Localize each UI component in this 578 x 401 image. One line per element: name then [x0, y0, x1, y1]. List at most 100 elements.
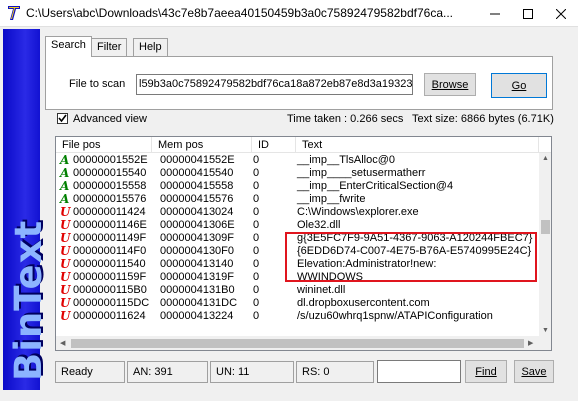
column-header-text[interactable]: Text	[296, 137, 539, 153]
highlight-annotation-box	[285, 232, 537, 282]
file-pos-cell: 000000011624	[73, 310, 146, 322]
table-row[interactable]: A 000000015540 000000415540 0 __imp____setus…	[56, 166, 539, 180]
mem-pos-cell: 00000041319F	[160, 271, 235, 283]
logo-text: BinText	[7, 219, 50, 381]
file-pos-cell: 0000000115B0	[73, 284, 147, 296]
string-type-marker: U	[60, 231, 71, 245]
browse-button[interactable]: Browse	[424, 73, 476, 96]
status-resource-count: RS: 0	[296, 361, 374, 383]
column-header-mem-pos[interactable]: Mem pos	[152, 137, 252, 153]
table-row[interactable]: A 00000001552E 00000041552E 0 __imp__TlsAllo…	[56, 153, 539, 167]
table-row[interactable]: U 000000011624 000000413224 0/s/uzu60whrq1s…	[56, 309, 539, 323]
scroll-up-icon[interactable]: ▲	[542, 155, 549, 162]
text-size-text: Text size: 6866 bytes (6.71K)	[412, 113, 554, 125]
file-pos-cell: 000000015576	[73, 193, 147, 205]
string-type-marker: A	[60, 166, 70, 180]
browse-button-label: Browse	[431, 78, 469, 91]
mem-pos-cell: 0000004130F0	[160, 245, 235, 257]
mem-pos-cell: 00000041309F	[160, 232, 235, 244]
find-button-label: Find	[475, 365, 497, 378]
table-row[interactable]: U 000000011424 000000413024 0 C:\Windows\exp…	[56, 205, 539, 219]
tab-filter[interactable]: Filter	[91, 38, 128, 56]
column-header-id[interactable]: ID	[252, 137, 296, 153]
text-cell: /s/uzu60whrq1spnw/ATAPIConfiguration	[297, 310, 493, 322]
status-ansi-count: AN: 391	[127, 361, 208, 383]
table-row[interactable]: U 0000000115DC 0000004131DC 0 dl.dropboxuser…	[56, 296, 539, 310]
tab-help[interactable]: Help	[133, 38, 168, 56]
vertical-scroll-thumb[interactable]	[541, 220, 550, 234]
advanced-view-checkbox[interactable]	[57, 113, 68, 124]
file-pos-cell: 00000001159F	[73, 271, 147, 283]
maximize-button[interactable]	[511, 0, 545, 27]
text-cell: Ole32.dll	[297, 219, 341, 231]
id-cell: 0	[253, 245, 260, 257]
table-row[interactable]: A 000000015558 000000415558 0 __imp__EnterCr…	[56, 179, 539, 193]
id-cell: 0	[253, 154, 260, 166]
save-button-label: Save	[521, 365, 547, 378]
close-icon	[556, 8, 566, 19]
bintext-logo-banner: BinText	[3, 29, 50, 390]
scroll-down-icon[interactable]: ▼	[542, 327, 549, 334]
text-cell: __imp____setusermatherr	[297, 167, 426, 179]
file-pos-cell: 000000011540	[73, 258, 146, 270]
id-cell: 0	[253, 193, 260, 205]
file-pos-cell: 000000015540	[73, 167, 147, 179]
mem-pos-cell: 000000413140	[160, 258, 234, 270]
file-to-scan-label: File to scan	[69, 78, 126, 90]
text-cell: __imp__EnterCriticalSection@4	[297, 180, 454, 192]
id-cell: 0	[253, 297, 260, 309]
mem-pos-cell: 000000413224	[160, 310, 234, 322]
go-button-label: Go	[511, 79, 527, 92]
mem-pos-cell: 000000415540	[160, 167, 234, 179]
mem-pos-cell: 000000415558	[160, 180, 234, 192]
tab-search[interactable]: Search	[45, 36, 92, 57]
string-type-marker: U	[60, 244, 71, 258]
title-bar: C:\Users\abc\Downloads\43c7e8b7aeea40150…	[0, 0, 578, 27]
file-pos-cell: 000000011424	[73, 206, 146, 218]
mem-pos-cell: 0000004131B0	[160, 284, 235, 296]
table-row[interactable]: A 000000015576 000000415576 0 __imp__fwrite	[56, 192, 539, 206]
file-to-scan-input[interactable]: l59b3a0c75892479582bdf76ca18a872eb87e8d3…	[136, 74, 413, 95]
file-pos-cell: 000000015558	[73, 180, 147, 192]
string-type-marker: U	[60, 296, 71, 310]
file-pos-cell: 00000001149F	[73, 232, 147, 244]
save-button[interactable]: Save	[514, 360, 554, 383]
mem-pos-cell: 00000041552E	[160, 154, 235, 166]
maximize-icon	[523, 8, 533, 19]
status-unicode-count: UN: 11	[210, 361, 294, 383]
find-input[interactable]	[377, 360, 461, 383]
mem-pos-cell: 000000415576	[160, 193, 234, 205]
string-type-marker: U	[60, 283, 71, 297]
scroll-left-icon[interactable]: ◀	[60, 339, 65, 347]
string-type-marker: A	[60, 179, 70, 193]
string-type-marker: U	[60, 257, 71, 271]
go-button[interactable]: Go	[491, 73, 547, 98]
text-cell: __imp__fwrite	[297, 193, 366, 205]
advanced-view-label[interactable]: Advanced view	[73, 113, 147, 125]
window-title: C:\Users\abc\Downloads\43c7e8b7aeea40150…	[26, 6, 454, 20]
checkmark-icon	[58, 114, 67, 123]
id-cell: 0	[253, 232, 260, 244]
minimize-button[interactable]	[478, 0, 512, 27]
close-button[interactable]	[544, 0, 578, 27]
horizontal-scrollbar[interactable]: ◀ ▶	[56, 336, 539, 350]
table-row[interactable]: U 00000001146E 00000041306E 0 Ole32.dll	[56, 218, 539, 232]
table-header: File pos Mem pos ID Text	[56, 137, 551, 153]
string-type-marker: A	[60, 192, 70, 206]
status-ready: Ready	[55, 361, 125, 383]
horizontal-scroll-thumb[interactable]	[71, 339, 524, 348]
text-cell: __imp__TlsAlloc@0	[297, 154, 395, 166]
scroll-right-icon[interactable]: ▶	[528, 339, 533, 347]
vertical-scrollbar[interactable]: ▲ ▼	[539, 153, 551, 336]
id-cell: 0	[253, 167, 260, 179]
id-cell: 0	[253, 206, 260, 218]
id-cell: 0	[253, 180, 260, 192]
bintext-app-icon	[7, 5, 21, 21]
id-cell: 0	[253, 310, 260, 322]
id-cell: 0	[253, 219, 260, 231]
string-type-marker: A	[60, 153, 70, 167]
find-button[interactable]: Find	[465, 360, 507, 383]
table-row[interactable]: U 0000000115B0 0000004131B0 0 wininet.dll	[56, 283, 539, 297]
column-header-file-pos[interactable]: File pos	[56, 137, 152, 153]
time-taken-text: Time taken : 0.266 secs	[287, 113, 404, 125]
